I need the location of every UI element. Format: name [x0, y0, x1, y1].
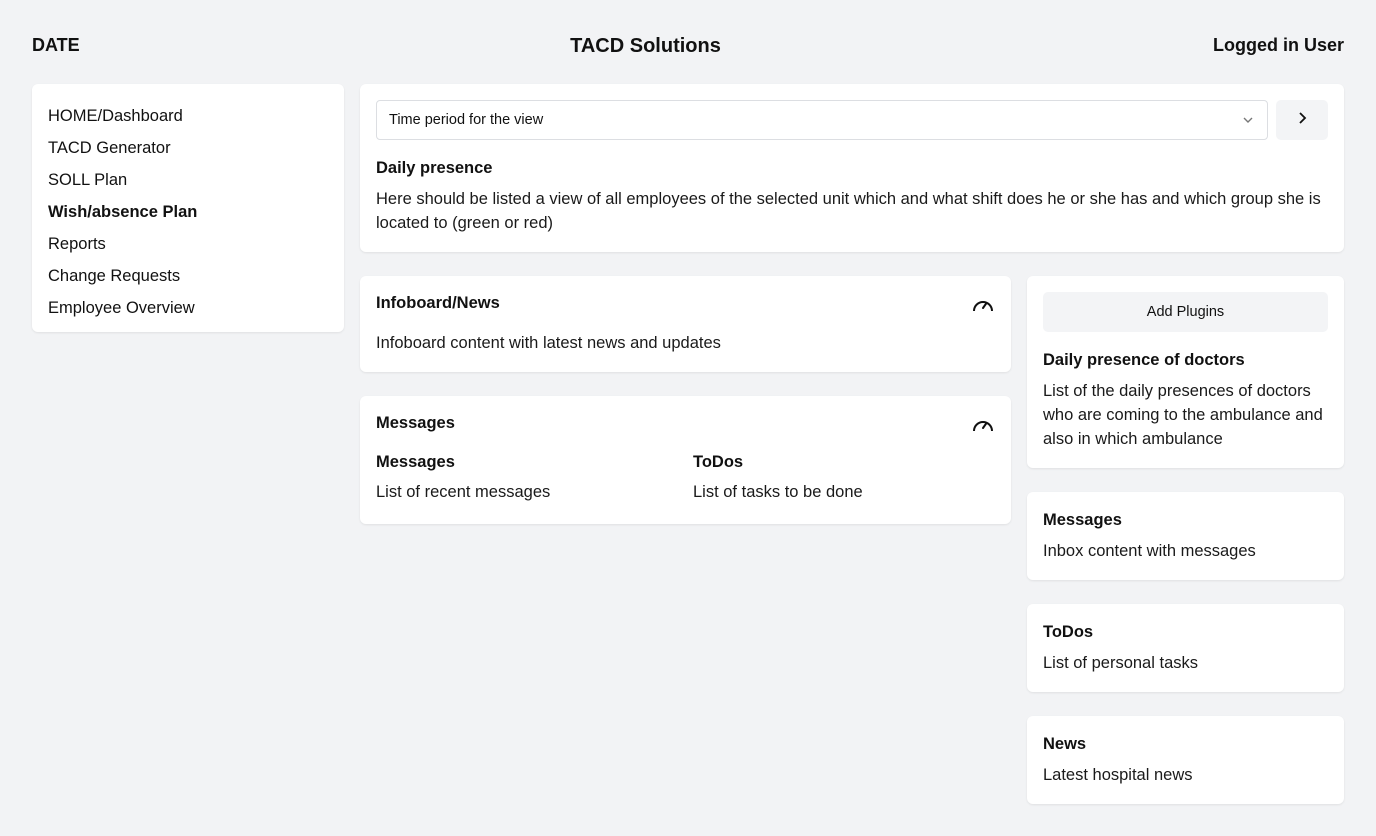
sidebar-item-reports[interactable]: Reports	[48, 228, 328, 260]
sidebar-item-wish-absence-plan[interactable]: Wish/absence Plan	[48, 196, 328, 228]
gauge-icon[interactable]	[971, 414, 995, 438]
daily-presence-title: Daily presence	[376, 159, 493, 177]
todos-text: List of tasks to be done	[693, 483, 863, 501]
top-bar: DATE TACD Solutions Logged in User	[0, 0, 1376, 92]
side-messages-text: Inbox content with messages	[1043, 542, 1256, 560]
messages-card: Messages Messages List of recent message…	[360, 396, 1011, 524]
sidebar-item-soll-plan[interactable]: SOLL Plan	[48, 164, 328, 196]
messages-text: List of recent messages	[376, 483, 551, 501]
app-title: TACD Solutions	[570, 35, 721, 57]
side-todos-text: List of personal tasks	[1043, 654, 1198, 672]
daily-presence-text: Here should be listed a view of all empl…	[376, 190, 1321, 232]
messages-card-title: Messages	[376, 414, 455, 432]
sidebar-item-employee-overview[interactable]: Employee Overview	[48, 292, 328, 324]
side-news-card: News Latest hospital news	[1027, 716, 1344, 804]
side-news-title: News	[1043, 735, 1087, 753]
chevron-down-icon	[1241, 113, 1255, 127]
side-todos-title: ToDos	[1043, 623, 1094, 641]
time-period-placeholder: Time period for the view	[389, 112, 544, 128]
side-news-text: Latest hospital news	[1043, 766, 1193, 784]
side-messages-title: Messages	[1043, 511, 1122, 529]
plugins-card: Add Plugins Daily presence of doctors Li…	[1027, 276, 1344, 468]
gauge-icon[interactable]	[971, 294, 995, 318]
time-period-select[interactable]: Time period for the view	[376, 100, 1268, 140]
doctors-presence-title: Daily presence of doctors	[1043, 351, 1245, 369]
sidebar-item-home[interactable]: HOME/Dashboard	[48, 100, 328, 132]
infoboard-text: Infoboard content with latest news and u…	[376, 334, 721, 352]
side-todos-card: ToDos List of personal tasks	[1027, 604, 1344, 692]
todos-heading: ToDos	[693, 453, 744, 471]
next-period-button[interactable]	[1276, 100, 1328, 140]
add-plugins-button[interactable]: Add Plugins	[1043, 292, 1328, 332]
side-messages-card: Messages Inbox content with messages	[1027, 492, 1344, 580]
doctors-presence-text: List of the daily presences of doctors w…	[1043, 382, 1323, 448]
sidebar-item-change-requests[interactable]: Change Requests	[48, 260, 328, 292]
messages-column: Messages List of recent messages	[376, 453, 693, 504]
todos-column: ToDos List of tasks to be done	[693, 453, 863, 504]
sidebar-item-tacd-generator[interactable]: TACD Generator	[48, 132, 328, 164]
infoboard-card: Infoboard/News Infoboard content with la…	[360, 276, 1011, 372]
daily-presence-panel: Time period for the view Daily presence …	[360, 84, 1344, 252]
messages-heading: Messages	[376, 453, 455, 471]
sidebar-nav: HOME/Dashboard TACD Generator SOLL Plan …	[32, 84, 344, 332]
infoboard-title: Infoboard/News	[376, 294, 500, 312]
user-label[interactable]: Logged in User	[1213, 35, 1344, 56]
chevron-right-icon	[1294, 110, 1310, 131]
